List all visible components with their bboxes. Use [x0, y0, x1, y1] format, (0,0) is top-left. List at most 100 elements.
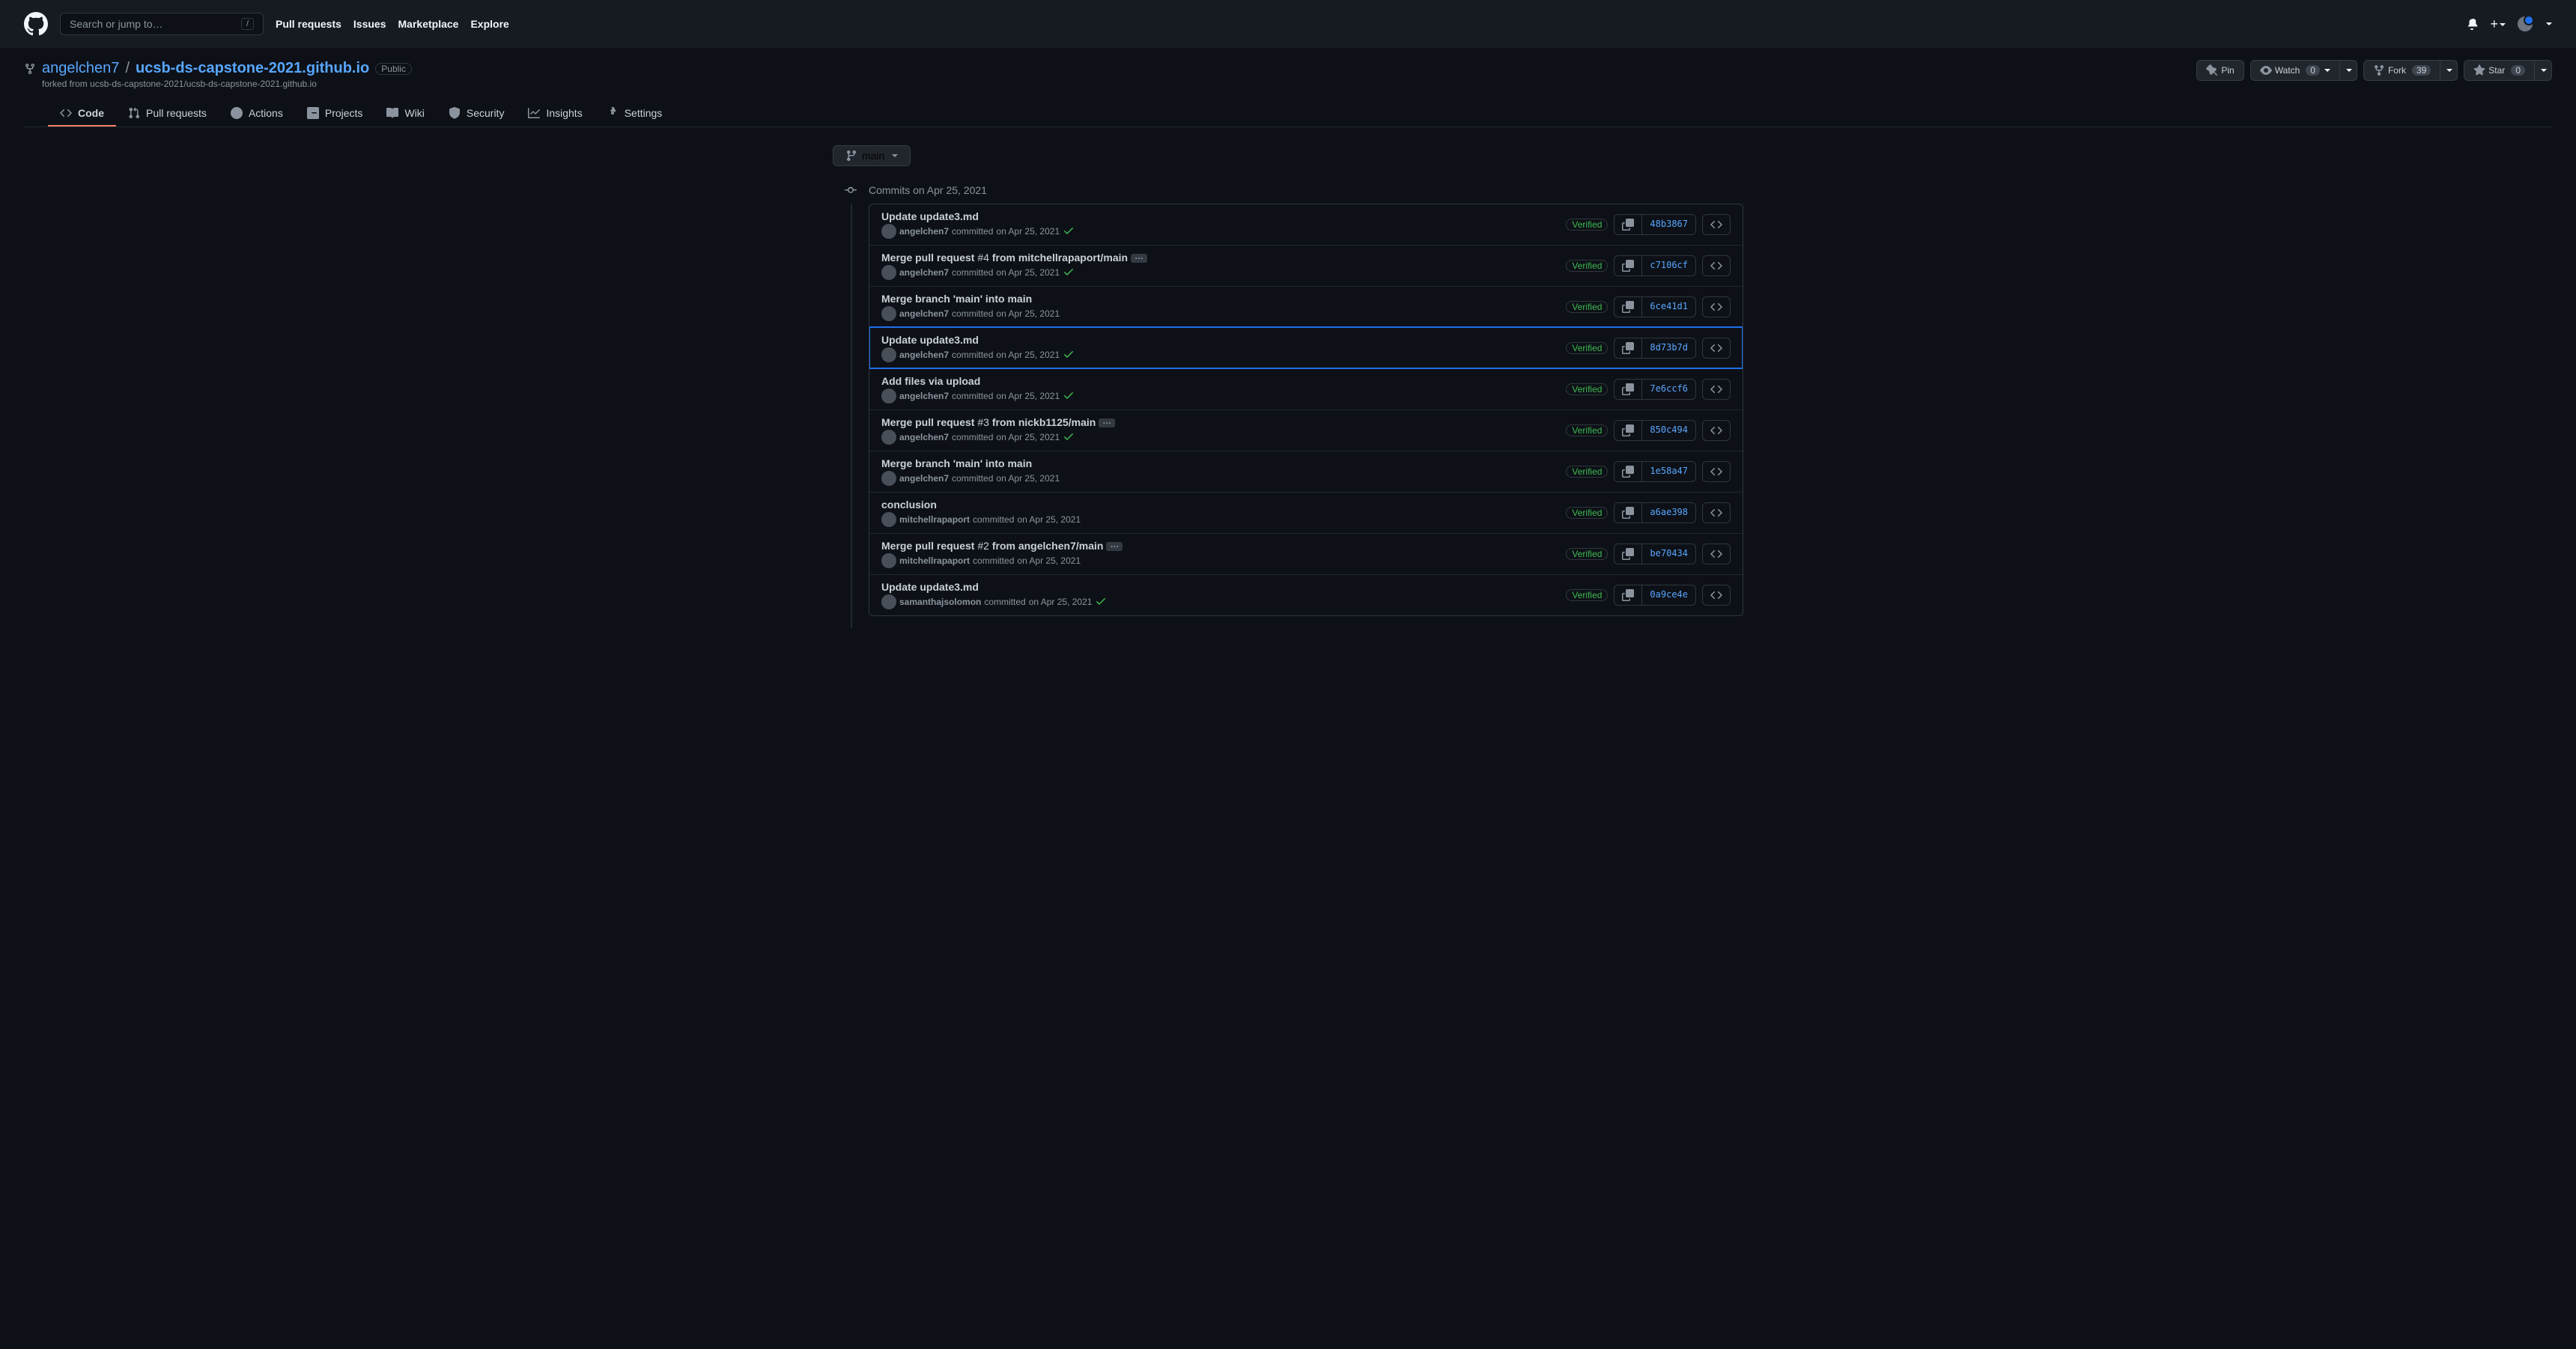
- verified-badge[interactable]: Verified: [1566, 260, 1608, 272]
- copy-sha-button[interactable]: [1614, 380, 1642, 399]
- copy-sha-button[interactable]: [1614, 215, 1642, 234]
- browse-code-button[interactable]: [1702, 214, 1731, 235]
- tab-security[interactable]: Security: [437, 101, 517, 127]
- commit-title-link[interactable]: Merge pull request: [881, 252, 974, 264]
- repo-name-link[interactable]: ucsb-ds-capstone-2021.github.io: [136, 60, 369, 77]
- pr-link[interactable]: #4: [977, 252, 989, 264]
- tab-projects[interactable]: Projects: [295, 101, 375, 127]
- ellipsis-button[interactable]: …: [1099, 418, 1115, 427]
- author-link[interactable]: angelchen7: [899, 350, 949, 360]
- watch-dropdown[interactable]: [2340, 60, 2357, 81]
- commit-title-link[interactable]: Add files via upload: [881, 375, 980, 387]
- author-link[interactable]: angelchen7: [899, 308, 949, 319]
- search-input[interactable]: Search or jump to… /: [60, 13, 264, 35]
- author-link[interactable]: mitchellrapaport: [899, 514, 970, 525]
- verified-badge[interactable]: Verified: [1566, 301, 1608, 313]
- author-link[interactable]: mitchellrapaport: [899, 555, 970, 566]
- author-avatar[interactable]: [881, 512, 896, 527]
- commit-title-link[interactable]: Merge branch 'main' into main: [881, 293, 1032, 305]
- author-avatar[interactable]: [881, 347, 896, 362]
- commit-title-link[interactable]: Merge pull request: [881, 416, 974, 428]
- tab-wiki[interactable]: Wiki: [374, 101, 436, 127]
- author-avatar[interactable]: [881, 224, 896, 239]
- author-link[interactable]: angelchen7: [899, 473, 949, 484]
- browse-code-button[interactable]: [1702, 543, 1731, 564]
- star-button[interactable]: Star 0: [2464, 60, 2535, 81]
- commit-sha-link[interactable]: 7e6ccf6: [1642, 380, 1695, 399]
- ellipsis-button[interactable]: …: [1106, 542, 1123, 551]
- commit-title-link[interactable]: Update update3.md: [881, 334, 979, 346]
- commit-title-link[interactable]: Update update3.md: [881, 581, 979, 593]
- author-link[interactable]: samanthajsolomon: [899, 597, 981, 607]
- pin-button[interactable]: Pin: [2196, 60, 2244, 81]
- commit-title-link[interactable]: Update update3.md: [881, 210, 979, 222]
- commit-sha-link[interactable]: 8d73b7d: [1642, 338, 1695, 358]
- ellipsis-button[interactable]: …: [1131, 254, 1147, 263]
- commit-sha-link[interactable]: 850c494: [1642, 421, 1695, 440]
- commit-sha-link[interactable]: a6ae398: [1642, 503, 1695, 523]
- author-avatar[interactable]: [881, 430, 896, 445]
- author-link[interactable]: angelchen7: [899, 267, 949, 278]
- user-avatar[interactable]: [2518, 16, 2533, 31]
- commit-title-link[interactable]: Merge branch 'main' into main: [881, 457, 1032, 469]
- browse-code-button[interactable]: [1702, 461, 1731, 482]
- author-avatar[interactable]: [881, 553, 896, 568]
- author-avatar[interactable]: [881, 389, 896, 404]
- copy-sha-button[interactable]: [1614, 462, 1642, 481]
- commit-sha-link[interactable]: 1e58a47: [1642, 462, 1695, 481]
- copy-sha-button[interactable]: [1614, 421, 1642, 440]
- nav-issues[interactable]: Issues: [353, 18, 386, 30]
- commit-title-link[interactable]: conclusion: [881, 499, 937, 511]
- forked-from-link[interactable]: ucsb-ds-capstone-2021/ucsb-ds-capstone-2…: [90, 79, 317, 89]
- status-check-icon[interactable]: [1063, 348, 1075, 362]
- tab-pull-requests[interactable]: Pull requests: [116, 101, 219, 127]
- author-avatar[interactable]: [881, 306, 896, 321]
- pr-link[interactable]: #3: [977, 416, 989, 428]
- pr-link[interactable]: #2: [977, 540, 989, 552]
- commit-title-link[interactable]: Merge pull request: [881, 540, 974, 552]
- verified-badge[interactable]: Verified: [1566, 466, 1608, 478]
- commit-sha-link[interactable]: 6ce41d1: [1642, 297, 1695, 317]
- branch-select-button[interactable]: main: [833, 145, 911, 166]
- nav-marketplace[interactable]: Marketplace: [398, 18, 459, 30]
- user-menu-caret[interactable]: [2546, 22, 2552, 25]
- browse-code-button[interactable]: [1702, 255, 1731, 276]
- verified-badge[interactable]: Verified: [1566, 507, 1608, 519]
- author-avatar[interactable]: [881, 471, 896, 486]
- commit-title-link[interactable]: from angelchen7/main: [992, 540, 1104, 552]
- author-link[interactable]: angelchen7: [899, 391, 949, 401]
- browse-code-button[interactable]: [1702, 296, 1731, 317]
- browse-code-button[interactable]: [1702, 502, 1731, 523]
- commit-sha-link[interactable]: be70434: [1642, 544, 1695, 564]
- nav-explore[interactable]: Explore: [470, 18, 508, 30]
- browse-code-button[interactable]: [1702, 420, 1731, 441]
- tab-insights[interactable]: Insights: [516, 101, 594, 127]
- copy-sha-button[interactable]: [1614, 544, 1642, 564]
- status-check-icon[interactable]: [1095, 595, 1107, 609]
- commit-sha-link[interactable]: 0a9ce4e: [1642, 585, 1695, 605]
- verified-badge[interactable]: Verified: [1566, 219, 1608, 231]
- bell-icon[interactable]: [2466, 18, 2478, 30]
- copy-sha-button[interactable]: [1614, 297, 1642, 317]
- copy-sha-button[interactable]: [1614, 338, 1642, 358]
- status-check-icon[interactable]: [1063, 225, 1075, 239]
- fork-dropdown[interactable]: [2440, 60, 2458, 81]
- author-avatar[interactable]: [881, 265, 896, 280]
- add-menu[interactable]: +: [2490, 16, 2506, 32]
- commit-title-link[interactable]: from nickb1125/main: [992, 416, 1096, 428]
- status-check-icon[interactable]: [1063, 266, 1075, 280]
- fork-button[interactable]: Fork 39: [2363, 60, 2440, 81]
- browse-code-button[interactable]: [1702, 338, 1731, 359]
- copy-sha-button[interactable]: [1614, 585, 1642, 605]
- verified-badge[interactable]: Verified: [1566, 424, 1608, 436]
- star-dropdown[interactable]: [2535, 60, 2552, 81]
- tab-settings[interactable]: Settings: [595, 101, 675, 127]
- github-logo-icon[interactable]: [24, 12, 48, 36]
- verified-badge[interactable]: Verified: [1566, 548, 1608, 560]
- watch-button[interactable]: Watch 0: [2250, 60, 2340, 81]
- verified-badge[interactable]: Verified: [1566, 589, 1608, 601]
- status-check-icon[interactable]: [1063, 389, 1075, 404]
- verified-badge[interactable]: Verified: [1566, 383, 1608, 395]
- repo-owner-link[interactable]: angelchen7: [42, 60, 119, 77]
- tab-actions[interactable]: Actions: [219, 101, 295, 127]
